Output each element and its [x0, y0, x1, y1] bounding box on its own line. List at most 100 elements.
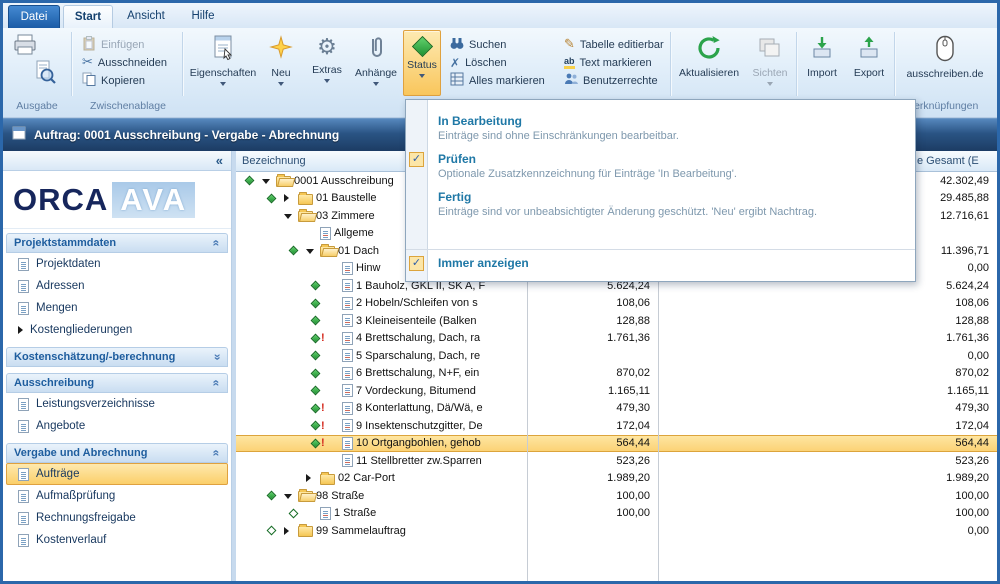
sidebar-item-adressen[interactable]: Adressen	[6, 275, 228, 297]
sidebar-section-header-ausschreibung[interactable]: Ausschreibung«	[6, 373, 228, 393]
select-all-icon	[450, 72, 464, 89]
status-diamond-icon	[267, 193, 277, 203]
tree-row[interactable]: 99 Sammelauftrag0,00	[236, 522, 997, 540]
sidebar-section-header-vergabe-und-abrechnung[interactable]: Vergabe und Abrechnung«	[6, 443, 228, 463]
import-button[interactable]: Import	[800, 30, 844, 96]
collapse-caret-icon[interactable]	[262, 179, 270, 184]
expand-caret-icon[interactable]	[284, 194, 289, 202]
tree-row-label-cell: 6 Brettschalung, N+F, ein	[236, 365, 527, 383]
sidebar-item-projektdaten[interactable]: Projektdaten	[6, 253, 228, 275]
expand-caret-icon[interactable]	[284, 527, 289, 535]
column-header-bezeichnung[interactable]: Bezeichnung	[242, 151, 306, 172]
tab-ansicht[interactable]: Ansicht	[117, 5, 175, 28]
delete-button[interactable]: ✗ Löschen	[447, 54, 557, 71]
sidebar-section-header-projektstammdaten[interactable]: Projektstammdaten«	[6, 233, 228, 253]
tree-row[interactable]: 5 Sparschalung, Dach, re0,00	[236, 347, 997, 365]
mark-text-button[interactable]: ab Text markieren	[561, 54, 667, 71]
tab-datei[interactable]: Datei	[8, 5, 60, 28]
tree-row[interactable]: 98 Straße100,00100,00	[236, 487, 997, 505]
tree-row[interactable]: 6 Brettschalung, N+F, ein870,02870,02	[236, 365, 997, 383]
table-editable-button[interactable]: ✎ Tabelle editierbar	[561, 36, 667, 53]
folder-icon	[276, 176, 291, 187]
status-diamond-icon	[311, 368, 321, 378]
users-icon	[564, 72, 578, 89]
new-button[interactable]: Neu	[259, 30, 303, 96]
cut-label: Ausschneiden	[98, 57, 167, 69]
amount-col2: 0,00	[658, 525, 997, 537]
tree-row-label-cell: 2 Hobeln/Schleifen von s	[236, 295, 527, 313]
document-icon	[18, 280, 29, 293]
expand-caret-icon[interactable]	[306, 474, 311, 482]
select-all-button[interactable]: Alles markieren	[447, 72, 557, 89]
status-menu-item-desc: Optionale Zusatzkennzeichnung für Einträ…	[438, 167, 903, 181]
user-rights-button[interactable]: Benutzerrechte	[561, 72, 667, 89]
status-menu-footer[interactable]: ✓ Immer anzeigen	[406, 249, 915, 275]
tab-start[interactable]: Start	[63, 5, 113, 28]
collapse-caret-icon[interactable]	[284, 494, 292, 499]
collapse-caret-icon[interactable]	[306, 249, 314, 254]
copy-button[interactable]: Kopieren	[79, 72, 183, 89]
status-diamond-icon	[267, 526, 277, 536]
views-button[interactable]: Sichten	[746, 30, 794, 96]
status-diamond-icon	[311, 333, 321, 343]
sidebar-item-kostengliederungen[interactable]: Kostengliederungen	[6, 319, 228, 341]
document-icon	[18, 512, 29, 525]
document-icon	[18, 258, 29, 271]
attachments-button[interactable]: Anhänge	[351, 30, 401, 96]
tree-row[interactable]: 2 Hobeln/Schleifen von s108,06108,06	[236, 295, 997, 313]
cut-button[interactable]: ✂ Ausschneiden	[79, 54, 183, 71]
properties-button[interactable]: Eigenschaften	[189, 30, 257, 96]
status-marker-slot	[310, 282, 325, 289]
tree-row[interactable]: 7 Vordeckung, Bitumend1.165,111.165,11	[236, 382, 997, 400]
sidebar-item-kostenverlauf[interactable]: Kostenverlauf	[6, 529, 228, 551]
extras-label: Extras	[312, 64, 342, 76]
copy-label: Kopieren	[101, 75, 145, 87]
tree-row[interactable]: 11 Stellbretter zw.Sparren523,26523,26	[236, 452, 997, 470]
sidebar-item-auftr-ge[interactable]: Aufträge	[6, 463, 228, 485]
document-icon	[342, 367, 353, 380]
status-marker-slot	[244, 177, 259, 184]
print-button[interactable]	[10, 34, 40, 60]
export-button[interactable]: Export	[846, 30, 892, 96]
sidebar-item-mengen[interactable]: Mengen	[6, 297, 228, 319]
checkmark-icon[interactable]: ✓	[409, 152, 424, 167]
status-marker-slot: !	[310, 420, 325, 432]
tab-hilfe[interactable]: Hilfe	[181, 5, 225, 28]
tree-row[interactable]: 1 Straße100,00100,00	[236, 505, 997, 523]
status-menu-item-fertig[interactable]: FertigEinträge sind vor unbeabsichtigter…	[406, 190, 915, 249]
dropdown-caret-icon	[373, 82, 379, 86]
extras-button[interactable]: ⚙ Extras	[305, 30, 349, 96]
tree-row-text: 01 Baustelle	[316, 192, 377, 204]
refresh-button[interactable]: Aktualisieren	[674, 30, 744, 96]
tree-row[interactable]: 3 Kleineisenteile (Balken128,88128,88	[236, 312, 997, 330]
tree-row-text: 7 Vordeckung, Bitumend	[356, 385, 476, 397]
tree-row[interactable]: !8 Konterlattung, Dä/Wä, e479,30479,30	[236, 400, 997, 418]
folder-icon	[320, 474, 335, 485]
collapse-caret-icon[interactable]	[284, 214, 292, 219]
sidebar-section: Ausschreibung«LeistungsverzeichnisseAnge…	[6, 373, 228, 437]
checkmark-icon[interactable]: ✓	[409, 256, 424, 271]
status-diamond-icon	[311, 351, 321, 361]
status-menu-item-pr-fen[interactable]: ✓PrüfenOptionale Zusatzkennzeichnung für…	[406, 152, 915, 190]
caret-slot	[284, 527, 295, 535]
status-menu-item-in-bearbeitung[interactable]: In BearbeitungEinträge sind ohne Einschr…	[406, 114, 915, 152]
print-preview-button[interactable]	[30, 60, 60, 88]
tree-row[interactable]: 02 Car-Port1.989,201.989,20	[236, 470, 997, 488]
document-icon	[342, 454, 353, 467]
sidebar-item-aufma-pr-fung[interactable]: Aufmaßprüfung	[6, 485, 228, 507]
collapse-sidebar-button[interactable]: «	[216, 153, 223, 168]
sidebar-item-rechnungsfreigabe[interactable]: Rechnungsfreigabe	[6, 507, 228, 529]
sidebar-item-leistungsverzeichnisse[interactable]: Leistungsverzeichnisse	[6, 393, 228, 415]
tree-row[interactable]: !4 Brettschalung, Dach, ra1.761,361.761,…	[236, 330, 997, 348]
tree-row[interactable]: !9 Insektenschutzgitter, De172,04172,04	[236, 417, 997, 435]
status-button[interactable]: Status	[403, 30, 441, 96]
tree-row[interactable]: !10 Ortgangbohlen, gehob564,44564,44	[236, 435, 997, 453]
document-icon	[342, 262, 353, 275]
search-button[interactable]: Suchen	[447, 36, 557, 53]
sidebar-section-header-kostensch-tzung-berechnung[interactable]: Kostenschätzung/-berechnung«	[6, 347, 228, 367]
paste-button[interactable]: Einfügen	[79, 36, 183, 53]
column-header-gesamt[interactable]: e Gesamt (E	[917, 151, 979, 172]
status-marker-slot: !	[310, 437, 325, 449]
ausschreiben-de-button[interactable]: ausschreiben.de	[898, 30, 992, 96]
sidebar-item-angebote[interactable]: Angebote	[6, 415, 228, 437]
